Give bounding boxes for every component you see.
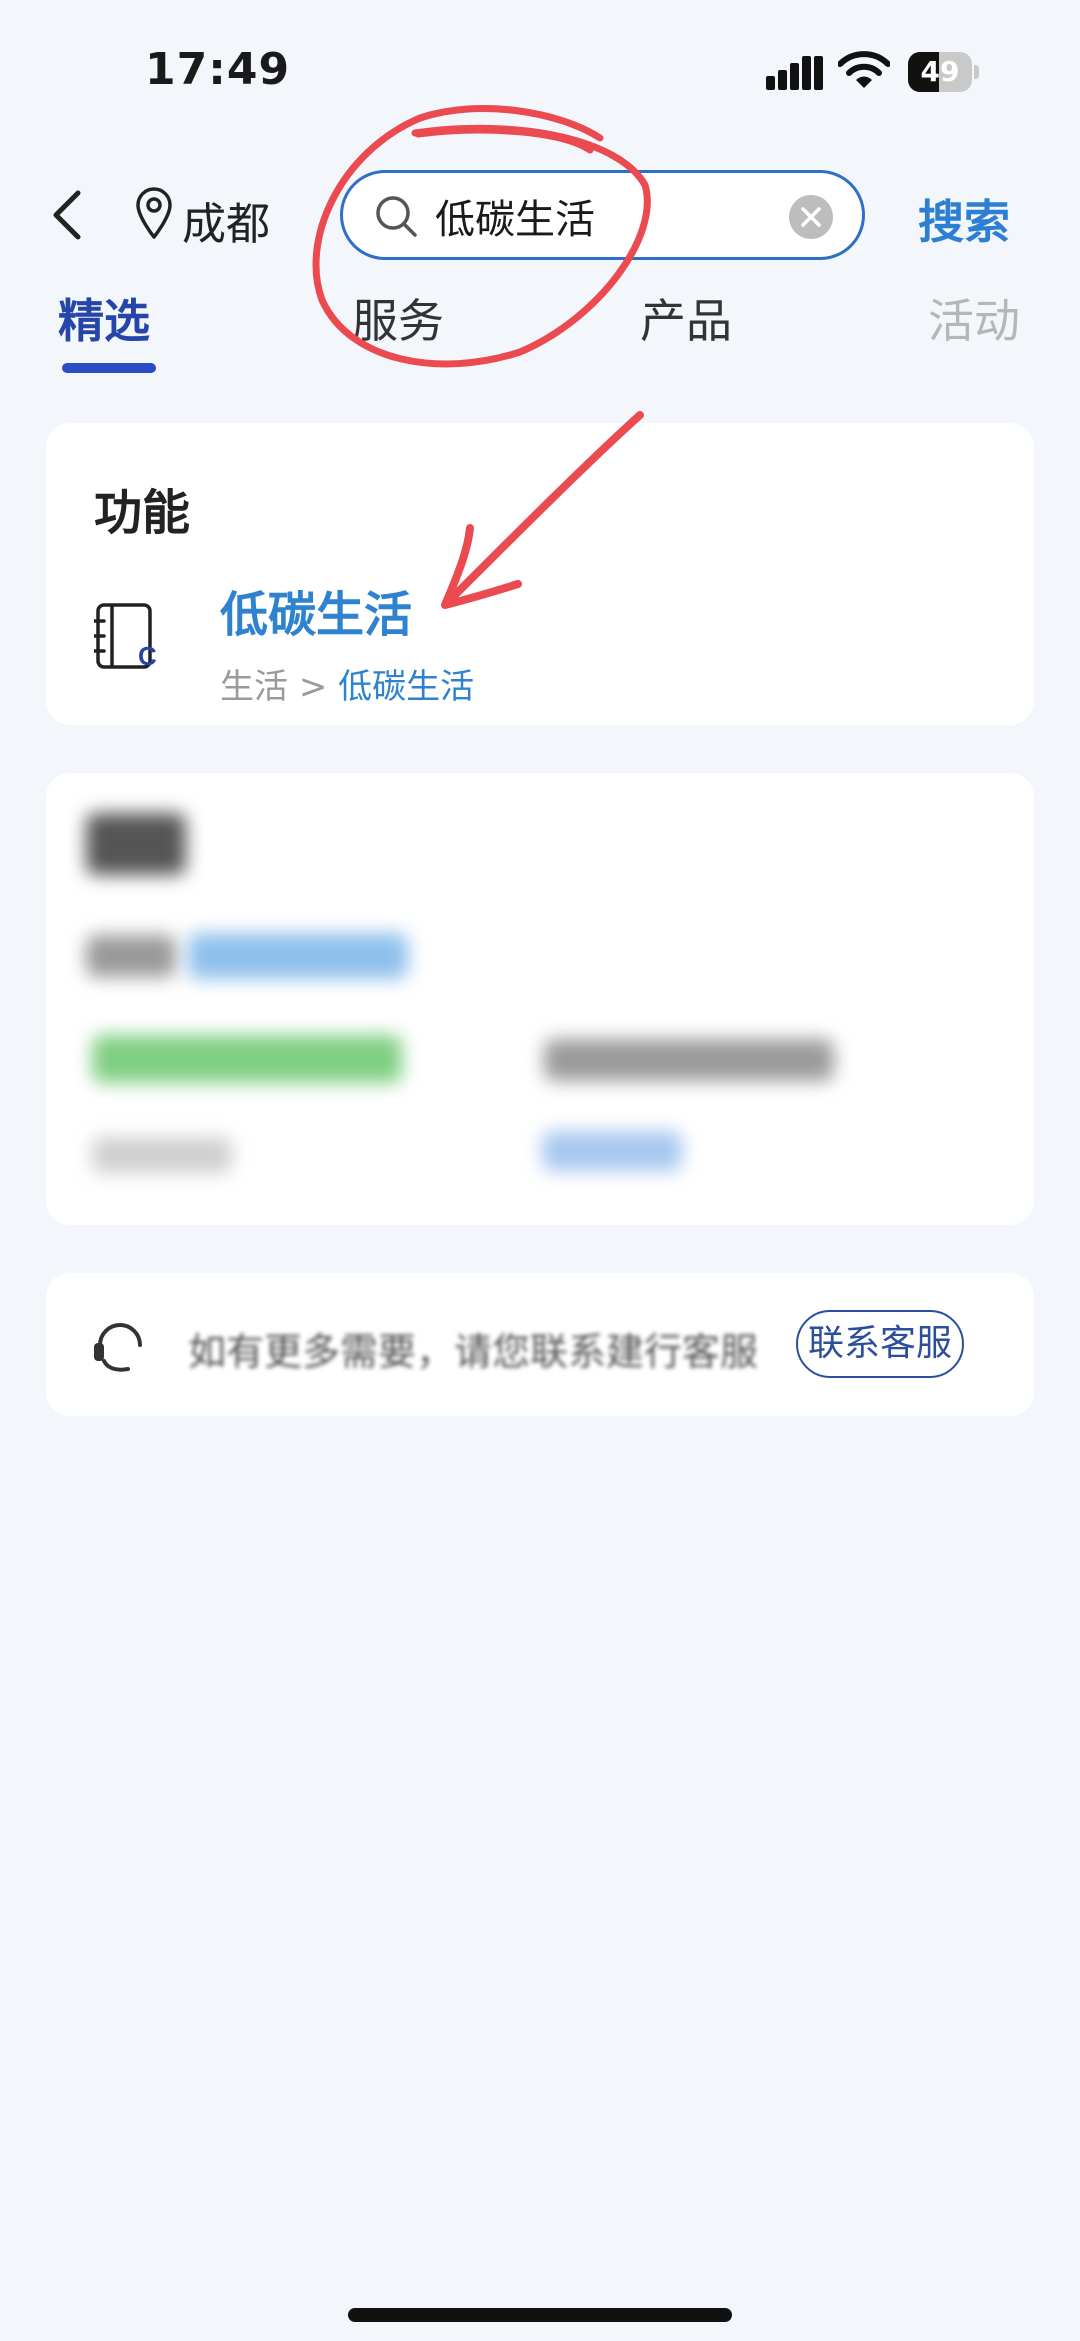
blurred-value [544,1039,834,1081]
active-tab-indicator [62,363,156,373]
tab-activities[interactable]: 活动 [928,285,1020,351]
signal-icon [766,56,823,90]
city-selector[interactable]: 成都 [182,188,270,252]
tab-products[interactable]: 产品 [640,285,732,351]
tab-featured[interactable]: 精选 [58,285,150,351]
function-card: 功能 C 低碳生活 生活 > 低碳生活 [46,423,1034,725]
search-button[interactable]: 搜索 [918,186,1010,252]
blurred-caption [92,1137,232,1173]
blurred-title [86,813,186,875]
clear-icon[interactable] [789,195,833,239]
support-text: 如有更多需要，请您联系建行客服 [188,1330,759,1374]
headset-icon [94,1323,142,1372]
home-indicator [348,2308,732,2322]
function-section-title: 功能 [94,485,191,541]
support-card: 如有更多需要，请您联系建行客服 联系客服 [46,1273,1034,1416]
battery-level: 49 [920,55,960,88]
blurred-action [542,1131,682,1171]
blurred-label [86,935,176,977]
blurred-info-card [46,773,1034,1225]
blurred-badge [92,1035,402,1083]
result-title[interactable]: 低碳生活 [220,575,412,645]
category-tabs: 精选 服务 产品 活动 [0,285,1080,385]
back-icon[interactable] [48,185,88,245]
tab-services[interactable]: 服务 [352,285,444,351]
breadcrumb: 生活 > 低碳生活 [220,659,474,708]
notebook-icon-letter: C [138,641,157,671]
wifi-icon [838,51,890,88]
search-icon [376,196,417,237]
breadcrumb-separator: > [298,667,328,707]
contact-support-button[interactable]: 联系客服 [796,1310,964,1378]
status-bar: 17:49 49 [0,0,1080,130]
battery-icon: 49 [908,52,979,92]
breadcrumb-current[interactable]: 低碳生活 [338,667,474,707]
breadcrumb-parent: 生活 [220,667,288,707]
status-time: 17:49 [145,44,291,95]
search-input[interactable] [435,189,765,243]
search-box[interactable] [340,170,865,260]
location-pin-icon[interactable] [134,185,174,241]
blurred-link [188,933,408,979]
notebook-icon: C [94,603,157,671]
